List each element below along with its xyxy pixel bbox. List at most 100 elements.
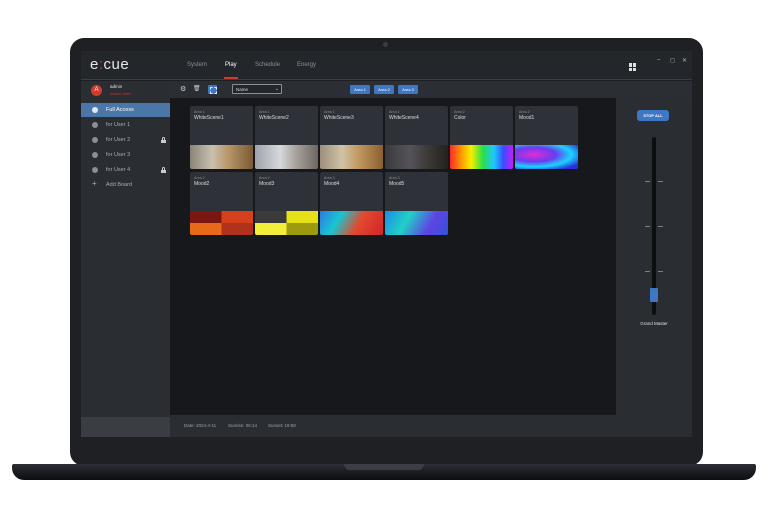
sidebar: A admin Admin User Full Access for User … bbox=[81, 81, 170, 437]
scene-area-label: Area 2 bbox=[519, 110, 530, 114]
scene-area-label: Area 1 bbox=[259, 110, 270, 114]
fader-tick bbox=[658, 271, 663, 272]
circle-icon bbox=[92, 167, 98, 173]
sidebar-footer bbox=[81, 417, 170, 437]
sidebar-item-label: for User 1 bbox=[106, 122, 131, 128]
grand-master-handle[interactable] bbox=[650, 287, 658, 302]
top-bar: e:cue System Play Schedule Energy – ◻ ✕ bbox=[81, 51, 692, 80]
scene-name: Mood5 bbox=[389, 181, 405, 187]
scene-name: WhiteScene2 bbox=[259, 115, 289, 121]
sidebar-item-label: for User 3 bbox=[106, 152, 131, 158]
scene-name: WhiteScene4 bbox=[389, 115, 419, 121]
circle-icon bbox=[92, 122, 98, 128]
minimize-button[interactable]: – bbox=[657, 57, 660, 63]
user-role: Admin User bbox=[110, 91, 131, 96]
status-bar: Date: 2024-4-11 Sunrise: 06:14 Sunset: 1… bbox=[170, 415, 692, 437]
scene-thumbnail bbox=[255, 145, 318, 169]
circle-icon bbox=[92, 152, 98, 158]
layout-grid-icon[interactable] bbox=[629, 63, 637, 71]
sidebar-item-full-access[interactable]: Full Access bbox=[81, 103, 170, 117]
scene-tile[interactable]: Area 2 Mood1 bbox=[515, 106, 578, 169]
scene-thumbnail bbox=[385, 211, 448, 235]
lock-icon bbox=[161, 137, 166, 143]
scene-name: Mood2 bbox=[194, 181, 210, 187]
scene-area-label: Area 2 bbox=[194, 176, 205, 180]
scene-name: WhiteScene1 bbox=[194, 115, 224, 121]
toolbar: ⚙ 🗑 Name ⌄ Area 1 Area 2 Area 3 bbox=[170, 81, 692, 98]
chevron-down-icon: ⌄ bbox=[274, 86, 279, 92]
scene-tile[interactable]: Area 3 Mood4 bbox=[320, 172, 383, 235]
add-board-label: Add Board bbox=[106, 182, 132, 188]
close-button[interactable]: ✕ bbox=[682, 57, 687, 64]
tab-energy[interactable]: Energy bbox=[297, 62, 316, 68]
plus-icon: + bbox=[92, 179, 97, 188]
sort-select[interactable]: Name ⌄ bbox=[232, 84, 282, 94]
scene-area-label: Area 1 bbox=[324, 110, 335, 114]
scene-area-label: Area 2 bbox=[259, 176, 270, 180]
settings-icon[interactable]: ⚙ bbox=[180, 86, 186, 93]
scene-tile[interactable]: Area 2 Mood3 bbox=[255, 172, 318, 235]
scene-name: Mood4 bbox=[324, 181, 340, 187]
scene-tile[interactable]: Area 1 WhiteScene3 bbox=[320, 106, 383, 169]
scene-tile[interactable]: Area 3 Mood5 bbox=[385, 172, 448, 235]
scene-tile[interactable]: Area 1 WhiteScene4 bbox=[385, 106, 448, 169]
scene-tile[interactable]: Area 1 WhiteScene1 bbox=[190, 106, 253, 169]
scene-area-label: Area 1 bbox=[194, 110, 205, 114]
circle-icon bbox=[92, 137, 98, 143]
app-screen: e:cue System Play Schedule Energy – ◻ ✕ … bbox=[81, 51, 692, 437]
lock-icon bbox=[161, 167, 166, 173]
avatar: A bbox=[91, 85, 102, 96]
scene-area-label: Area 3 bbox=[324, 176, 335, 180]
area-filter-2[interactable]: Area 2 bbox=[374, 85, 394, 94]
sidebar-item-user-1[interactable]: for User 1 bbox=[81, 118, 170, 132]
scene-name: WhiteScene3 bbox=[324, 115, 354, 121]
sort-select-value: Name bbox=[236, 87, 249, 92]
sidebar-item-user-2[interactable]: for User 2 bbox=[81, 133, 170, 147]
logo-text-left: e bbox=[90, 56, 99, 73]
active-tab-indicator bbox=[224, 77, 238, 79]
logo-text-right: cue bbox=[103, 56, 130, 73]
camera-icon bbox=[383, 42, 388, 47]
status-sunrise: Sunrise: 06:14 bbox=[228, 423, 258, 428]
laptop-notch bbox=[344, 464, 424, 470]
scene-thumbnail bbox=[190, 211, 253, 235]
status-date: Date: 2024-4-11 bbox=[184, 423, 217, 428]
scene-thumbnail bbox=[385, 145, 448, 169]
fit-screen-icon[interactable] bbox=[208, 85, 217, 94]
stop-all-button[interactable]: STOP ALL bbox=[637, 110, 669, 121]
trash-icon[interactable]: 🗑 bbox=[193, 86, 201, 93]
scene-tile[interactable]: Area 2 Mood2 bbox=[190, 172, 253, 235]
scene-thumbnail bbox=[515, 145, 578, 169]
sidebar-item-label: for User 2 bbox=[106, 137, 131, 143]
sidebar-item-label: Full Access bbox=[106, 107, 134, 113]
circle-icon bbox=[92, 107, 98, 113]
scene-area-label: Area 1 bbox=[389, 110, 400, 114]
scene-thumbnail bbox=[255, 211, 318, 235]
scene-name: Mood1 bbox=[519, 115, 535, 121]
sidebar-item-user-3[interactable]: for User 3 bbox=[81, 148, 170, 162]
fader-tick bbox=[645, 271, 650, 272]
tab-system[interactable]: System bbox=[187, 62, 207, 68]
ecue-logo: e:cue bbox=[90, 56, 129, 73]
scene-name: Mood3 bbox=[259, 181, 275, 187]
scene-name: Color bbox=[454, 115, 466, 121]
scene-thumbnail bbox=[320, 145, 383, 169]
status-sunset: Sunset: 19:58 bbox=[268, 423, 296, 428]
sidebar-item-user-4[interactable]: for User 4 bbox=[81, 163, 170, 177]
user-name: admin bbox=[110, 84, 123, 89]
scene-thumbnail bbox=[190, 145, 253, 169]
fader-tick bbox=[645, 181, 650, 182]
user-profile[interactable]: A admin Admin User bbox=[81, 81, 170, 101]
area-filter-1[interactable]: Area 1 bbox=[350, 85, 370, 94]
add-board-button[interactable]: + Add Board bbox=[81, 178, 170, 192]
scene-grid: Area 1 WhiteScene1 Area 1 WhiteScene2 Area 1… bbox=[170, 98, 616, 415]
area-filter-3[interactable]: Area 3 bbox=[398, 85, 418, 94]
fader-tick bbox=[645, 226, 650, 227]
tab-schedule[interactable]: Schedule bbox=[255, 62, 280, 68]
maximize-button[interactable]: ◻ bbox=[670, 57, 675, 64]
tab-play[interactable]: Play bbox=[225, 62, 237, 68]
scene-tile[interactable]: Area 1 WhiteScene2 bbox=[255, 106, 318, 169]
scene-tile[interactable]: Area 2 Color bbox=[450, 106, 513, 169]
scene-area-label: Area 3 bbox=[389, 176, 400, 180]
grand-master-label: Grand Master bbox=[640, 321, 668, 326]
